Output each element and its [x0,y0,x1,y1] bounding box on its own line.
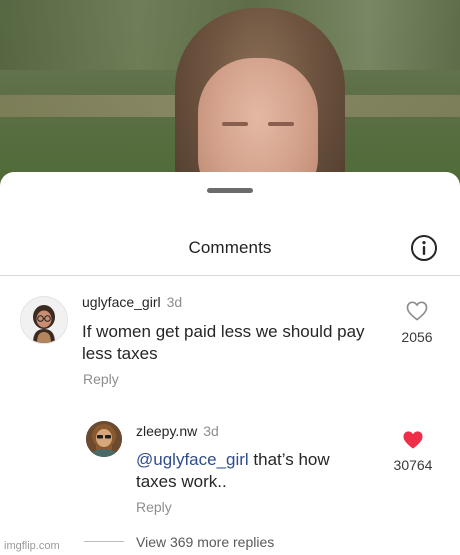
view-more-replies-button[interactable]: View 369 more replies [136,534,274,550]
person-eye-left [222,122,248,126]
heart-filled-icon[interactable] [402,430,424,455]
heart-outline-icon[interactable] [406,301,428,326]
comments-sheet: Comments uglyface_girl 3d If women get pa… [0,172,460,555]
info-icon[interactable] [410,234,438,262]
reply-username[interactable]: zleepy.nw 3d [136,423,219,439]
watermark: imgflip.com [4,540,60,552]
drag-handle[interactable] [207,188,253,193]
comment-text-line: less taxes [82,344,158,363]
reply-button[interactable]: Reply [83,371,119,387]
reply-button[interactable]: Reply [136,499,172,515]
comment-text: If women get paid less we should pay les… [82,321,365,365]
like-count: 2056 [401,329,433,345]
comment-username[interactable]: uglyface_girl 3d [82,294,182,310]
avatar[interactable] [86,421,122,457]
person-eye-right [268,122,294,126]
sheet-title: Comments [188,238,272,257]
reply-time: 3d [203,423,219,439]
like-count: 30764 [393,457,433,473]
username-text[interactable]: zleepy.nw [136,423,197,439]
reply-text-line: @uglyface_girl that’s how [136,449,330,471]
reply-text-line: taxes work.. [136,472,227,491]
reply-text: @uglyface_girl that’s how taxes work.. [136,449,330,493]
video-background [0,0,460,200]
view-more-line [84,541,124,542]
comment-time: 3d [166,294,183,310]
header-divider [0,275,460,276]
reply-text-fragment: that’s how [248,450,330,469]
comment-text-line: If women get paid less we should pay [82,322,365,341]
mention-link[interactable]: @uglyface_girl [136,450,249,469]
username-text[interactable]: uglyface_girl [82,294,161,310]
avatar[interactable] [20,296,68,344]
